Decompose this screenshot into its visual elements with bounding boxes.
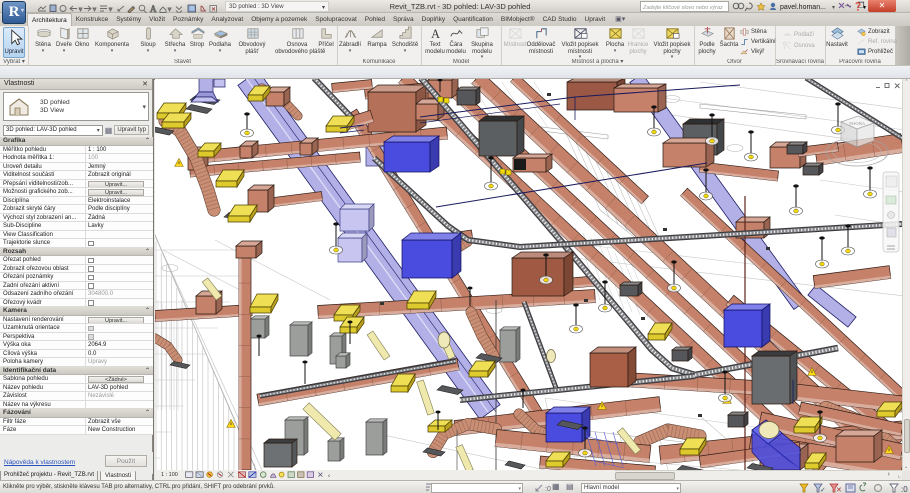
- svg-text::0: :0: [901, 485, 908, 493]
- svg-text:✕: ✕: [836, 487, 842, 493]
- svg-text:SHORA: SHORA: [849, 121, 865, 126]
- svg-text:‹: ‹: [328, 472, 330, 479]
- svg-text:pavel.homan...: pavel.homan...: [780, 4, 826, 11]
- svg-text::0: :0: [545, 486, 551, 493]
- svg-text:▾: ▾: [832, 5, 835, 11]
- svg-text:✓: ✓: [820, 487, 826, 493]
